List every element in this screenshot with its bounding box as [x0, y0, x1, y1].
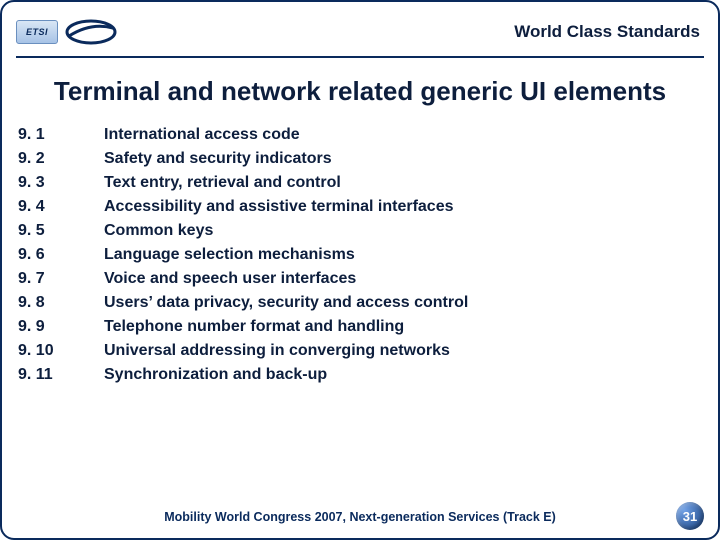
item-text: Text entry, retrieval and control: [104, 171, 708, 195]
list-item: 9. 1International access code: [18, 123, 708, 147]
item-number: 9. 1: [18, 123, 104, 147]
item-text: International access code: [104, 123, 708, 147]
item-number: 9. 8: [18, 291, 104, 315]
list-item: 9. 5Common keys: [18, 219, 708, 243]
item-number: 9. 10: [18, 339, 104, 363]
header: ETSI World Class Standards: [2, 2, 718, 56]
etsi-logo-icon: ETSI: [16, 20, 58, 44]
list-item: 9. 3Text entry, retrieval and control: [18, 171, 708, 195]
list-item: 9. 4Accessibility and assistive terminal…: [18, 195, 708, 219]
swoosh-icon: [64, 18, 118, 46]
logo: ETSI: [16, 18, 118, 46]
page-number: 31: [683, 509, 697, 524]
item-number: 9. 11: [18, 363, 104, 387]
item-text: Telephone number format and handling: [104, 315, 708, 339]
item-number: 9. 9: [18, 315, 104, 339]
list-item: 9. 11Synchronization and back-up: [18, 363, 708, 387]
divider: [16, 56, 704, 58]
item-text: Language selection mechanisms: [104, 243, 708, 267]
item-text: Safety and security indicators: [104, 147, 708, 171]
item-number: 9. 6: [18, 243, 104, 267]
item-number: 9. 7: [18, 267, 104, 291]
list-item: 9. 9Telephone number format and handling: [18, 315, 708, 339]
item-text: Accessibility and assistive terminal int…: [104, 195, 708, 219]
list-item: 9. 6Language selection mechanisms: [18, 243, 708, 267]
page-number-badge: 31: [676, 502, 704, 530]
slide-title: Terminal and network related generic UI …: [2, 56, 718, 115]
item-text: Synchronization and back-up: [104, 363, 708, 387]
item-text: Common keys: [104, 219, 708, 243]
item-text: Users’ data privacy, security and access…: [104, 291, 708, 315]
content-list: 9. 1International access code 9. 2Safety…: [2, 115, 718, 387]
list-item: 9. 10Universal addressing in converging …: [18, 339, 708, 363]
item-text: Universal addressing in converging netwo…: [104, 339, 708, 363]
list-item: 9. 8Users’ data privacy, security and ac…: [18, 291, 708, 315]
item-number: 9. 3: [18, 171, 104, 195]
etsi-logo-text: ETSI: [26, 27, 48, 37]
list-item: 9. 2Safety and security indicators: [18, 147, 708, 171]
header-tagline: World Class Standards: [514, 22, 700, 42]
list-item: 9. 7Voice and speech user interfaces: [18, 267, 708, 291]
item-text: Voice and speech user interfaces: [104, 267, 708, 291]
item-number: 9. 2: [18, 147, 104, 171]
item-number: 9. 5: [18, 219, 104, 243]
item-number: 9. 4: [18, 195, 104, 219]
slide: ETSI World Class Standards Terminal and …: [0, 0, 720, 540]
footer-text: Mobility World Congress 2007, Next-gener…: [2, 510, 718, 524]
